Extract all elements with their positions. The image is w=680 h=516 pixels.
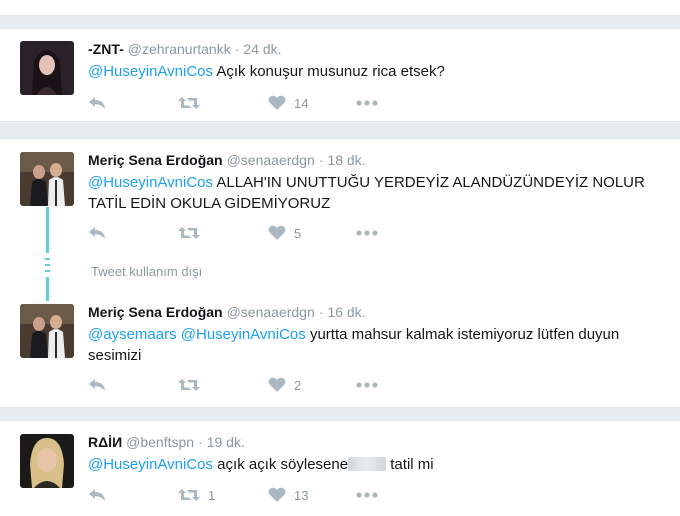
like-count: 13 (294, 487, 309, 503)
reply-button[interactable] (88, 485, 106, 505)
tweet-2[interactable]: Meriç Sena Erdoğan @senaaerdgn · 18 dk. @Hu… (0, 139, 680, 261)
like-count: 14 (294, 95, 309, 111)
tweet-actions: 1 13 (88, 485, 408, 505)
tweet-actions: 14 (88, 93, 408, 113)
separator: · (318, 304, 324, 320)
tweet-header: Meriç Sena Erdoğan @senaaerdgn · 18 dk. (88, 152, 366, 168)
heart-icon (268, 225, 286, 240)
like-button[interactable]: 14 (268, 93, 308, 113)
username[interactable]: @senaaerdgn (227, 152, 315, 168)
retweet-icon (178, 489, 200, 501)
separator: · (198, 434, 203, 450)
tweet-card-1[interactable]: -ZNT- @zehranurtankk · 24 dk. @HuseyinAvniC… (0, 28, 680, 122)
reply-icon (89, 379, 105, 391)
separator: · (234, 41, 240, 57)
tweet-header: -ZNT- @zehranurtankk · 24 dk. (88, 41, 282, 57)
username[interactable]: @senaaerdgn (227, 304, 315, 320)
tweet-header: RΔİИ @benftspn · 19 dk. (88, 434, 245, 450)
avatar[interactable] (20, 152, 74, 206)
mention-link[interactable]: @HuseyinAvniCos (88, 456, 213, 473)
username[interactable]: @benftspn (126, 434, 194, 450)
like-button[interactable]: 13 (268, 485, 308, 505)
more-button[interactable] (356, 93, 378, 113)
reply-button[interactable] (88, 375, 106, 395)
thread-dot (45, 264, 50, 266)
mention-link[interactable]: @HuseyinAvniCos (88, 174, 213, 191)
timestamp[interactable]: 24 dk. (243, 41, 281, 57)
tweet-actions: 5 (88, 223, 408, 243)
mention-link[interactable]: @aysemaars (88, 326, 177, 343)
mention-link[interactable]: @HuseyinAvniCos (181, 326, 306, 343)
retweet-icon (178, 97, 200, 109)
heart-icon (268, 95, 286, 110)
timestamp[interactable]: 18 dk. (327, 152, 365, 168)
username[interactable]: @zehranurtankk (128, 41, 231, 57)
more-button[interactable] (356, 375, 378, 395)
like-button[interactable]: 2 (268, 375, 301, 395)
tweet-text: @HuseyinAvniCos açık açık söylesene tati… (88, 454, 648, 475)
retweet-button[interactable] (178, 223, 208, 243)
avatar[interactable] (20, 304, 74, 358)
avatar[interactable] (20, 434, 74, 488)
tweet-3[interactable]: Meriç Sena Erdoğan @senaaerdgn · 16 dk. @ay… (0, 291, 680, 409)
blurred-redaction (348, 457, 387, 471)
tweet-text-content: açık açık söylesene (213, 456, 349, 473)
retweet-button[interactable]: 1 (178, 485, 215, 505)
tweet-text: @HuseyinAvniCos Açık konuşur musunuz ric… (88, 61, 648, 82)
like-count: 2 (294, 377, 302, 393)
more-icon (356, 100, 378, 106)
tweet-text: @HuseyinAvniCos ALLAH'IN UNUTTUĞU YERDEY… (88, 172, 648, 214)
reply-button[interactable] (88, 223, 106, 243)
unavailable-tweet-notice: Tweet kullanım dışı (91, 264, 203, 279)
display-name[interactable]: RΔİИ (88, 434, 122, 450)
reply-icon (89, 97, 105, 109)
tweet-text: @aysemaars @HuseyinAvniCos yurtta mahsur… (88, 324, 648, 366)
heart-icon (268, 487, 286, 502)
top-card-edge (0, 0, 680, 16)
like-button[interactable]: 5 (268, 223, 301, 243)
tweet-card-4[interactable]: RΔİИ @benftspn · 19 dk. @HuseyinAvniCos açı… (0, 420, 680, 516)
reply-icon (89, 227, 105, 239)
tweet-text-content: Açık konuşur musunuz rica etsek? (213, 63, 445, 80)
avatar[interactable] (20, 41, 74, 95)
thread-card: Meriç Sena Erdoğan @senaaerdgn · 18 dk. @Hu… (0, 138, 680, 408)
tweet-header: Meriç Sena Erdoğan @senaaerdgn · 16 dk. (88, 304, 366, 320)
retweet-icon (178, 227, 200, 239)
reply-button[interactable] (88, 93, 106, 113)
timestamp[interactable]: 19 dk. (207, 434, 245, 450)
display-name[interactable]: Meriç Sena Erdoğan (88, 152, 223, 168)
tweet-actions: 2 (88, 375, 408, 395)
more-button[interactable] (356, 223, 378, 243)
like-count: 5 (294, 225, 302, 241)
display-name[interactable]: -ZNT- (88, 41, 124, 57)
retweet-button[interactable] (178, 93, 208, 113)
mention-link[interactable]: @HuseyinAvniCos (88, 63, 213, 80)
separator: · (318, 152, 324, 168)
heart-icon (268, 377, 286, 392)
more-icon (356, 230, 378, 236)
more-icon (356, 492, 378, 498)
thread-dot (45, 270, 50, 272)
tweet-text-content: tatil mi (386, 456, 434, 473)
display-name[interactable]: Meriç Sena Erdoğan (88, 304, 223, 320)
more-icon (356, 382, 378, 388)
timestamp[interactable]: 16 dk. (327, 304, 365, 320)
more-button[interactable] (356, 485, 378, 505)
retweet-icon (178, 379, 200, 391)
retweet-button[interactable] (178, 375, 208, 395)
reply-icon (89, 489, 105, 501)
retweet-count: 1 (208, 487, 216, 503)
